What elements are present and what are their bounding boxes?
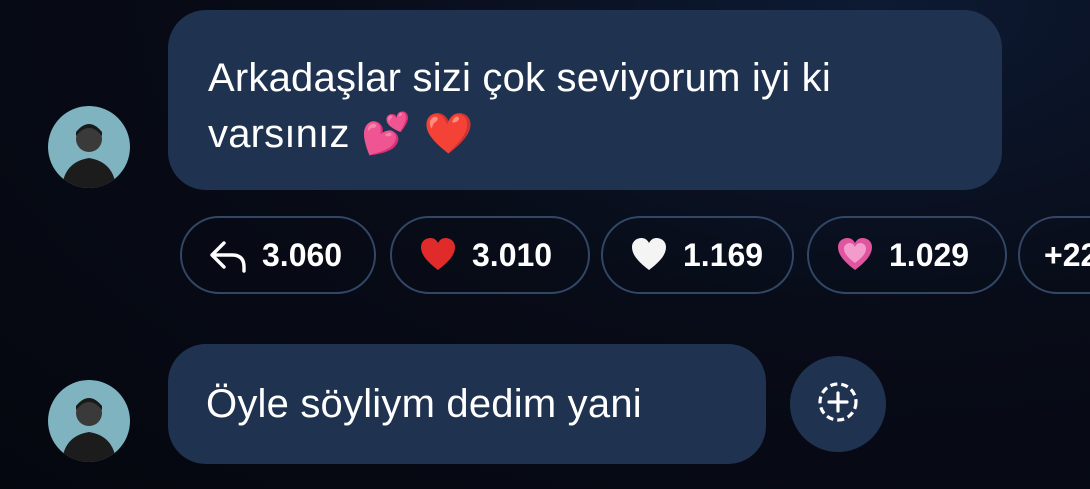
more-reactions-button[interactable]: +22 — [1018, 216, 1090, 294]
sender-avatar[interactable] — [48, 106, 130, 188]
more-reactions-count: +22 — [1044, 236, 1090, 273]
reaction-pink-heart[interactable]: 1.029 — [807, 216, 1007, 294]
add-reaction-icon — [815, 379, 861, 430]
red-heart-icon — [414, 231, 462, 279]
emoji-group: 💕 ❤️ — [360, 111, 474, 157]
reaction-bar: 3.060 3.010 1.169 1.029 +22 — [180, 216, 1090, 296]
reaction-count: 1.029 — [889, 236, 970, 273]
reaction-red-heart[interactable]: 3.010 — [390, 216, 590, 294]
reaction-count: 1.169 — [683, 236, 764, 273]
message-bubble[interactable]: Arkadaşlar sizi çok seviyorum iyi ki var… — [168, 10, 1002, 190]
reaction-white-heart[interactable]: 1.169 — [601, 216, 794, 294]
reply-arrow-icon — [204, 231, 252, 279]
message-bubble[interactable]: Öyle söyliym dedim yani — [168, 344, 766, 464]
message-text: Arkadaşlar sizi çok seviyorum iyi ki var… — [208, 56, 831, 156]
white-heart-icon — [625, 231, 673, 279]
add-reaction-button[interactable] — [790, 356, 886, 452]
reaction-count: 3.060 — [262, 236, 343, 273]
pink-heart-icon — [831, 231, 879, 279]
sender-avatar[interactable] — [48, 380, 130, 462]
reaction-count: 3.010 — [472, 236, 553, 273]
reply-count-button[interactable]: 3.060 — [180, 216, 376, 294]
message-text: Öyle söyliym dedim yani — [206, 382, 642, 426]
